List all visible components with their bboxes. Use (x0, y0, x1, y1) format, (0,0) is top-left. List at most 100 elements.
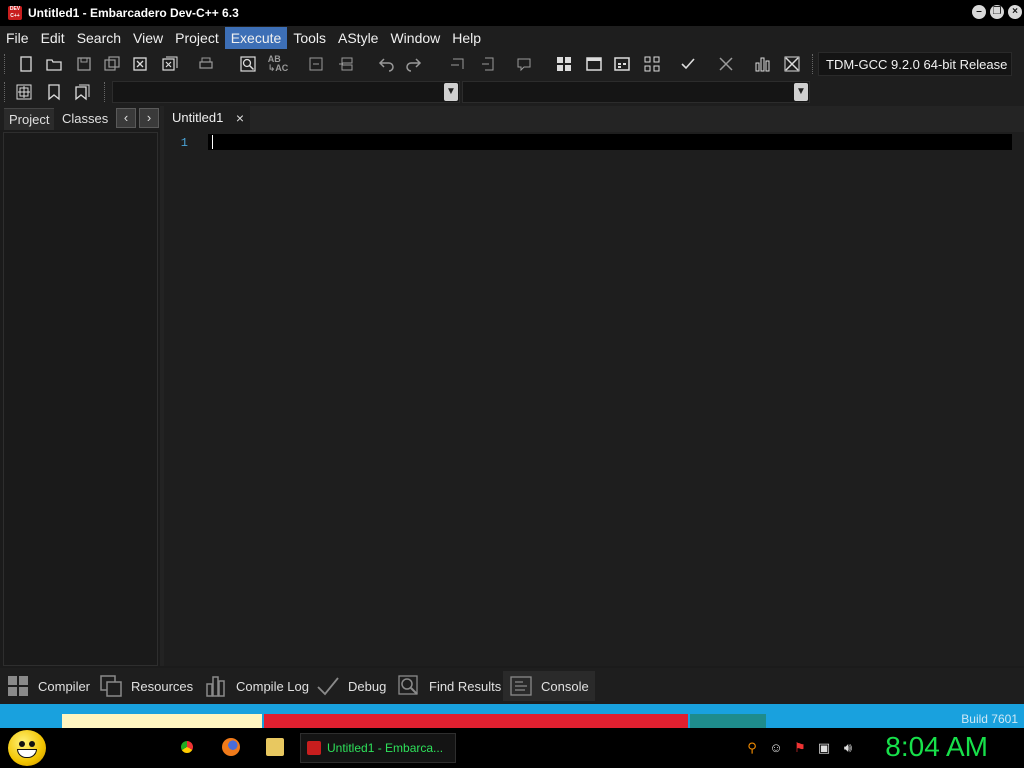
menu-edit[interactable]: Edit (35, 27, 71, 49)
insert-icon[interactable] (12, 81, 36, 103)
menu-file[interactable]: File (0, 27, 35, 49)
check-icon (317, 677, 339, 696)
comment-icon[interactable] (512, 53, 536, 75)
tab-resources[interactable]: Resources (93, 671, 199, 701)
save-icon[interactable] (72, 53, 96, 75)
goto-icon[interactable] (446, 53, 470, 75)
chevron-down-icon[interactable]: ▼ (444, 83, 458, 101)
smiley-mouth (17, 749, 37, 758)
chart-icon (206, 676, 225, 697)
unindent-icon[interactable] (334, 53, 358, 75)
line-gutter: 1 (164, 132, 206, 666)
goto-bookmark-icon[interactable] (70, 81, 94, 103)
save-all-icon[interactable] (100, 53, 124, 75)
compile-icon[interactable] (552, 53, 576, 75)
start-button[interactable] (8, 730, 46, 766)
desktop-wallpaper: 7 Build 7601 (0, 704, 1024, 728)
tab-classes[interactable]: Classes (57, 108, 113, 130)
toolbar-grip[interactable] (4, 54, 7, 74)
menu-tools[interactable]: Tools (287, 27, 332, 49)
windows-build-text: 7 (1014, 704, 1020, 707)
tab-label: Compiler (38, 678, 91, 694)
chevron-left-icon[interactable]: ‹ (116, 108, 136, 128)
menu-bar: File Edit Search View Project Execute To… (0, 26, 1024, 50)
firefox-icon[interactable] (222, 738, 240, 756)
tab-compile-log[interactable]: Compile Log (198, 671, 315, 701)
menu-execute[interactable]: Execute (224, 27, 288, 49)
resources-icon (100, 675, 122, 697)
replace-icon[interactable]: AB ↳AC (266, 53, 290, 75)
redo-icon[interactable] (402, 53, 426, 75)
chevron-down-icon[interactable]: ▼ (794, 83, 808, 101)
class-select[interactable]: ▼ (112, 81, 460, 103)
member-select[interactable]: ▼ (462, 81, 810, 103)
find-icon[interactable] (236, 53, 260, 75)
rebuild-icon[interactable] (640, 53, 664, 75)
smiley-tray-icon[interactable]: ☺ (768, 740, 784, 756)
menu-project[interactable]: Project (169, 27, 225, 49)
code-editor[interactable]: 1 (164, 132, 1024, 666)
delete-profile-icon[interactable] (780, 53, 804, 75)
toolbar-grip[interactable] (4, 82, 7, 102)
tab-console[interactable]: Console (503, 671, 595, 701)
tab-compiler[interactable]: Compiler (0, 671, 96, 701)
syntax-check-icon[interactable] (676, 53, 700, 75)
restore-icon[interactable]: ❐ (990, 5, 1004, 19)
taskbar: Untitled1 - Embarca... ⚲ ☺ ⚑ ▣ 🔊︎ 8:04 A… (0, 728, 1024, 768)
minimize-icon[interactable]: – (972, 5, 986, 19)
smiley-eye (29, 741, 35, 747)
secondary-toolbar: ▼ ▼ (0, 78, 1024, 106)
network-icon[interactable]: ▣ (816, 740, 832, 756)
toggle-bookmark-icon[interactable] (476, 53, 500, 75)
menu-astyle[interactable]: AStyle (332, 27, 384, 49)
tab-find-results[interactable]: Find Results (391, 671, 507, 701)
compile-run-icon[interactable] (610, 53, 634, 75)
new-file-icon[interactable] (14, 53, 38, 75)
tab-label: Untitled1 (172, 110, 224, 125)
menu-help[interactable]: Help (446, 27, 487, 49)
flag-icon[interactable]: ⚑ (792, 740, 808, 756)
line-number: 1 (180, 136, 188, 150)
title-bar: DEV C++ Untitled1 - Embarcadero Dev-C++ … (0, 0, 1024, 26)
taskbar-devcpp-button[interactable]: Untitled1 - Embarca... (300, 733, 456, 763)
close-tab-icon[interactable]: × (236, 106, 244, 130)
tab-label: Compile Log (236, 678, 309, 694)
wallpaper-segment (264, 714, 688, 728)
grid-icon (8, 676, 28, 696)
print-icon[interactable] (194, 53, 218, 75)
indent-icon[interactable] (304, 53, 328, 75)
wallpaper-segment (62, 714, 262, 728)
toolbar-grip[interactable] (812, 54, 815, 74)
toggle-bookmark-icon[interactable] (42, 81, 66, 103)
open-folder-icon[interactable] (42, 53, 66, 75)
volume-icon[interactable]: 🔊︎ (840, 740, 856, 756)
windows-build-text: Build 7601 (961, 712, 1018, 726)
close-file-icon[interactable] (128, 53, 152, 75)
run-icon[interactable] (582, 53, 606, 75)
tab-debug[interactable]: Debug (310, 671, 392, 701)
devcpp-app-icon (307, 741, 321, 755)
tab-untitled1[interactable]: Untitled1 × (164, 106, 250, 132)
menu-search[interactable]: Search (71, 27, 127, 49)
toolbar-grip[interactable] (104, 82, 107, 102)
tab-label: Resources (131, 678, 194, 694)
output-panel-tabs: Compiler Resources Compile Log Debug Fin… (0, 668, 1024, 704)
text-caret (212, 135, 213, 149)
menu-view[interactable]: View (127, 27, 169, 49)
clock[interactable]: 8:04 AM (885, 731, 988, 763)
tab-project[interactable]: Project (4, 108, 55, 130)
file-explorer-icon[interactable] (266, 738, 284, 756)
menu-window[interactable]: Window (384, 27, 446, 49)
window-title: Untitled1 - Embarcadero Dev-C++ 6.3 (28, 6, 239, 20)
close-icon[interactable]: × (1008, 5, 1022, 19)
search-icon[interactable]: ⚲ (744, 740, 760, 756)
search-icon (398, 675, 418, 695)
chevron-right-icon[interactable]: › (139, 108, 159, 128)
profile-icon[interactable] (750, 53, 774, 75)
chrome-icon[interactable] (178, 738, 196, 756)
undo-icon[interactable] (374, 53, 398, 75)
stop-execution-icon[interactable] (714, 53, 738, 75)
project-tree[interactable] (3, 132, 158, 666)
close-all-icon[interactable] (158, 53, 182, 75)
compiler-select[interactable]: TDM-GCC 9.2.0 64-bit Release (818, 52, 1012, 76)
